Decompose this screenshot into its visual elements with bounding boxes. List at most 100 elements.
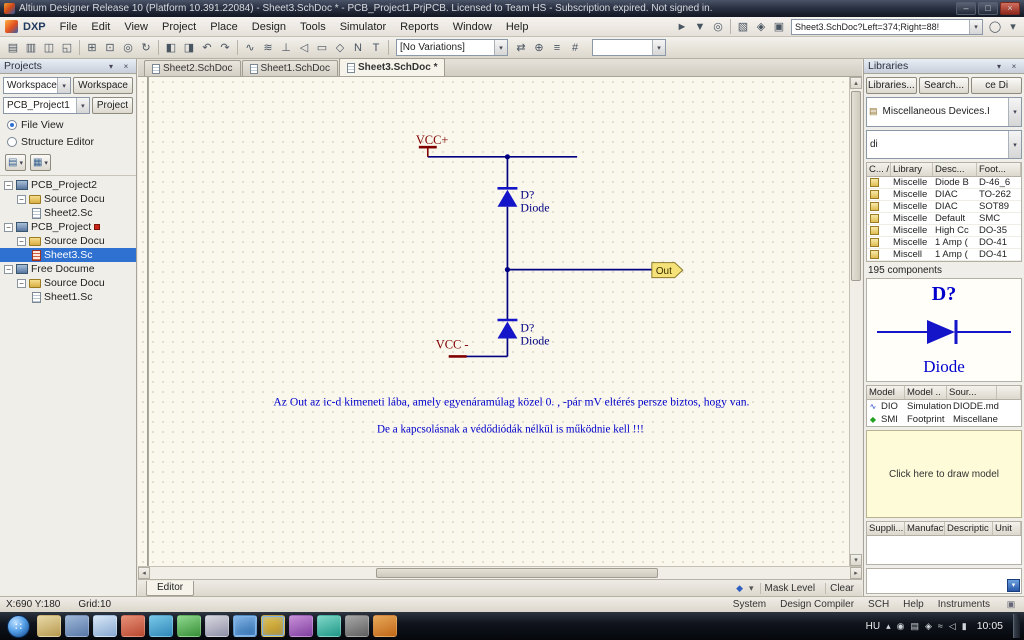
chevron-down-icon[interactable]: ▾ [652,40,665,55]
diode-d2[interactable]: D? Diode [497,318,550,347]
menu-simulator[interactable]: Simulator [333,19,393,35]
vcc-plus-label[interactable]: VCC+ [416,133,449,147]
scroll-right-icon[interactable]: ▸ [850,567,862,579]
menu-place[interactable]: Place [203,19,245,35]
system-panels-button[interactable]: System [733,599,766,610]
collapse-icon[interactable]: − [4,222,13,232]
print-icon[interactable]: ◫ [40,39,58,56]
tree-item-source-docu[interactable]: − Source Docu [0,192,136,206]
compile-icon[interactable]: ⊕ [530,39,548,56]
power-icon[interactable]: ▮ [962,621,967,632]
panel-scroll-icon[interactable]: ▾ [1007,579,1020,593]
sch-panels-button[interactable]: SCH [868,599,889,610]
snippets-icon[interactable]: ▧ [734,18,752,35]
component-row[interactable]: Miscelle High Cc DO-35 [867,225,1021,238]
redo-icon[interactable]: ↷ [216,39,234,56]
browser-icon[interactable]: ≡ [548,39,566,56]
mask-level-button[interactable]: Mask Level [759,582,820,594]
workspace-dropdown[interactable]: Workspace1 ▾ [3,77,72,94]
tree-item-source-docu[interactable]: − Source Docu [0,276,136,290]
scroll-up-icon[interactable]: ▴ [850,77,862,89]
supplier-table-header[interactable]: Suppli... Manufact Descriptic Unit [866,521,1022,536]
design-compiler-panels-button[interactable]: Design Compiler [780,599,854,610]
chevron-down-icon[interactable]: ▾ [494,40,507,55]
power-port-icon[interactable]: ⊥ [277,39,295,56]
home-icon[interactable]: ◯ [986,18,1004,35]
paste-icon[interactable]: ◨ [180,39,198,56]
taskbar-app[interactable] [345,615,369,637]
taskbar-app-explorer[interactable] [37,615,61,637]
taskbar-app[interactable] [93,615,117,637]
tree-item-pcb-project2[interactable]: − PCB_Project2 [0,178,136,192]
power-port-vcc-minus[interactable]: VCC - [436,337,469,358]
color-profile-icon[interactable]: ◈ [925,621,932,632]
sheet-symbol-icon[interactable]: ▭ [313,39,331,56]
scroll-down-icon[interactable]: ▾ [850,554,862,566]
cross-probe-icon[interactable]: ◎ [709,18,727,35]
start-button[interactable]: ∷ [7,614,30,638]
display-icon[interactable]: ▤ [910,621,919,632]
show-desktop-button[interactable] [1013,614,1020,638]
tree-item-free-docume[interactable]: − Free Docume [0,262,136,276]
tree-item-sheet3-sc[interactable]: Sheet3.Sc [0,248,136,262]
scroll-left-icon[interactable]: ◂ [138,567,150,579]
chevron-down-icon[interactable]: ▾ [1008,130,1021,159]
text-string-icon[interactable]: T [367,39,385,56]
taskbar-app[interactable] [177,615,201,637]
panel-grip-icon[interactable]: ▣ [1004,599,1018,611]
d1-designator[interactable]: D? [520,188,534,202]
tab-sheet2[interactable]: Sheet2.SchDoc [144,60,241,76]
close-button[interactable]: × [1000,2,1020,15]
menu-edit[interactable]: Edit [84,19,117,35]
model-row[interactable]: ◆ SMI Footprint Miscellane [867,413,1021,426]
out-port[interactable]: Out [651,262,684,279]
diode-d1[interactable]: D? Diode [497,186,550,215]
display-options-button[interactable]: ▦ ▾ [29,154,51,171]
refresh-icon[interactable]: ↻ [137,39,155,56]
col-component[interactable]: C... / [867,163,891,177]
save-icon[interactable]: ▥ [22,39,40,56]
search-button[interactable]: Search... [918,77,970,94]
sort-options-button[interactable]: ▤ ▾ [5,154,26,171]
update-icon[interactable]: ◉ [897,621,905,632]
file-view-radio[interactable] [7,120,17,130]
undo-icon[interactable]: ↶ [198,39,216,56]
scale-dropdown[interactable]: ▾ [592,39,666,56]
menu-tools[interactable]: Tools [293,19,333,35]
copy-icon[interactable]: ◧ [162,39,180,56]
project-dropdown[interactable]: PCB_Project1 ▾ [3,97,90,114]
collapse-icon[interactable]: − [17,194,26,204]
component-filter-input[interactable]: di ▾ [866,129,1022,160]
taskbar-app-altium-active[interactable] [233,615,257,637]
d2-comment[interactable]: Diode [520,333,549,347]
structure-editor-radio[interactable] [7,137,17,147]
mask-menu-icon[interactable]: ▾ [749,583,754,594]
open-icon[interactable]: ▤ [4,39,22,56]
menu-help[interactable]: Help [499,19,536,35]
tab-sheet3[interactable]: Sheet3.SchDoc * [339,58,446,76]
model-row[interactable]: ∿ DIO Simulation DIODE.md [867,400,1021,413]
menu-dxp[interactable]: DXP [21,19,53,35]
horizontal-scrollbar[interactable]: ◂ ▸ [138,566,862,579]
taskbar-app[interactable] [205,615,229,637]
chevron-down-icon[interactable]: ▾ [57,78,71,93]
volume-icon[interactable]: ◁ [949,621,956,632]
taskbar-app[interactable] [65,615,89,637]
horizontal-scroll-thumb[interactable] [376,568,658,578]
menu-design[interactable]: Design [245,19,293,35]
favorites-menu-icon[interactable]: ▾ [1004,18,1022,35]
menu-window[interactable]: Window [446,19,499,35]
navigator-icon[interactable]: ⇄ [512,39,530,56]
help-panels-button[interactable]: Help [903,599,924,610]
editor-tab[interactable]: Editor [146,580,195,596]
collapse-icon[interactable]: − [17,236,26,246]
schematic-drawing[interactable]: VCC+ D? Diode D? Diode VCC - Out Az Out … [138,77,849,566]
chevron-down-icon[interactable]: ▾ [75,98,89,113]
col-library[interactable]: Library [891,163,933,177]
print-preview-icon[interactable]: ◱ [58,39,76,56]
annotation-note-2[interactable]: De a kapcsolásnak a védődiódák nélkül is… [377,423,644,435]
taskbar-app[interactable] [373,615,397,637]
tab-sheet1[interactable]: Sheet1.SchDoc [241,60,338,76]
col-footprint[interactable]: Foot... [977,163,1021,177]
favorites-icon[interactable]: ◈ [752,18,770,35]
